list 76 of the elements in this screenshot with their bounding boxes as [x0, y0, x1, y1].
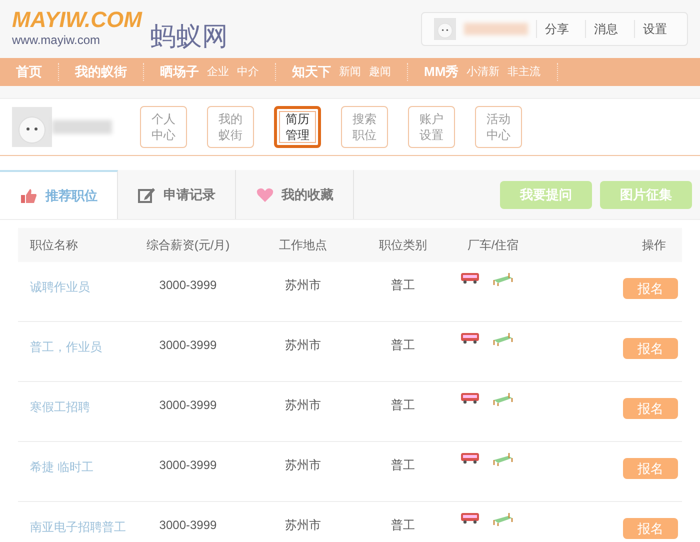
avatar-icon: [12, 107, 52, 147]
category-cell: 普工: [391, 458, 415, 472]
bed-icon: [492, 392, 514, 406]
apply-button[interactable]: 报名: [623, 518, 678, 539]
apply-button[interactable]: 报名: [623, 338, 678, 359]
location-cell: 苏州市: [285, 338, 321, 352]
bus-icon: [460, 332, 480, 344]
job-title-link[interactable]: 普工，作业员: [30, 340, 102, 354]
nav-sublink[interactable]: 新闻: [339, 64, 361, 80]
salary-cell: 3000-3999: [159, 338, 217, 352]
column-header: 综合薪资(元/月): [145, 237, 231, 254]
location-cell: 苏州市: [285, 278, 321, 292]
column-header: 职位类别: [378, 237, 428, 254]
bed-icon: [492, 512, 514, 526]
bed-icon: [492, 332, 514, 346]
profile-nav-button[interactable]: 活动中心: [475, 106, 522, 148]
bus-icon: [460, 452, 480, 464]
category-cell: 普工: [391, 398, 415, 412]
job-title-link[interactable]: 希捷 临时工: [30, 460, 94, 474]
logo-wordmark: MAYIW.COM: [12, 9, 142, 31]
salary-cell: 3000-3999: [159, 458, 217, 472]
apply-button[interactable]: 报名: [623, 398, 678, 419]
logo-url: www.mayiw.com: [12, 32, 102, 49]
bus-icon: [460, 272, 480, 284]
bed-icon: [492, 272, 514, 286]
job-title-link[interactable]: 诚聘作业员: [30, 280, 90, 294]
profile-nav-button[interactable]: 账户设置: [408, 106, 455, 148]
location-cell: 苏州市: [285, 458, 321, 472]
top-link[interactable]: 设置: [634, 20, 675, 38]
salary-cell: 3000-3999: [159, 398, 217, 412]
blurred-username: [52, 120, 112, 134]
apply-button[interactable]: 报名: [623, 458, 678, 479]
bus-icon: [460, 512, 480, 524]
heart-icon: [256, 186, 274, 202]
blurred-username: [464, 23, 528, 35]
category-cell: 普工: [391, 278, 415, 292]
apply-button[interactable]: 报名: [623, 278, 678, 299]
avatar-icon: [434, 18, 456, 40]
profile-nav-button[interactable]: 简历管理: [274, 106, 321, 148]
nav-sublink[interactable]: 趣闻: [369, 64, 391, 80]
location-cell: 苏州市: [285, 518, 321, 532]
action-button[interactable]: 我要提问: [500, 180, 592, 208]
profile-nav-button[interactable]: 个人中心: [140, 106, 187, 148]
top-link[interactable]: 消息: [585, 20, 626, 38]
top-link[interactable]: 分享: [536, 20, 577, 38]
column-header: 厂车/住宿: [466, 237, 520, 254]
category-cell: 普工: [391, 338, 415, 352]
tab[interactable]: 推荐职位: [0, 170, 118, 219]
action-button[interactable]: 图片征集: [600, 180, 692, 208]
bus-icon: [460, 392, 480, 404]
tab[interactable]: 我的收藏: [236, 170, 354, 219]
category-cell: 普工: [391, 518, 415, 532]
nav-sublink[interactable]: 企业: [207, 64, 229, 80]
salary-cell: 3000-3999: [159, 518, 217, 532]
thumbs-up-icon: [20, 188, 38, 204]
profile-nav-button[interactable]: 搜索职位: [341, 106, 388, 148]
column-header: 工作地点: [278, 237, 328, 254]
job-title-link[interactable]: 寒假工招聘: [30, 400, 90, 414]
nav-link[interactable]: 晒场子: [160, 62, 199, 82]
column-header: 操作: [641, 237, 667, 254]
nav-link[interactable]: MM秀: [424, 62, 459, 82]
tab[interactable]: 申请记录: [118, 170, 236, 219]
nav-sublink[interactable]: 小清新: [466, 64, 500, 80]
logo-chinese: 蚂蚁网: [150, 23, 228, 49]
column-header: 职位名称: [29, 237, 79, 254]
nav-link[interactable]: 首页: [16, 62, 42, 82]
bed-icon: [492, 452, 514, 466]
salary-cell: 3000-3999: [159, 278, 217, 292]
nav-sublink[interactable]: 中介: [237, 64, 259, 80]
job-title-link[interactable]: 南亚电子招聘普工: [30, 520, 126, 534]
profile-nav-button[interactable]: 我的蚁街: [207, 106, 254, 148]
location-cell: 苏州市: [285, 398, 321, 412]
nav-link[interactable]: 我的蚁街: [75, 62, 127, 82]
nav-sublink[interactable]: 非主流: [508, 64, 541, 80]
nav-link[interactable]: 知天下: [292, 62, 331, 82]
edit-icon: [138, 186, 156, 202]
